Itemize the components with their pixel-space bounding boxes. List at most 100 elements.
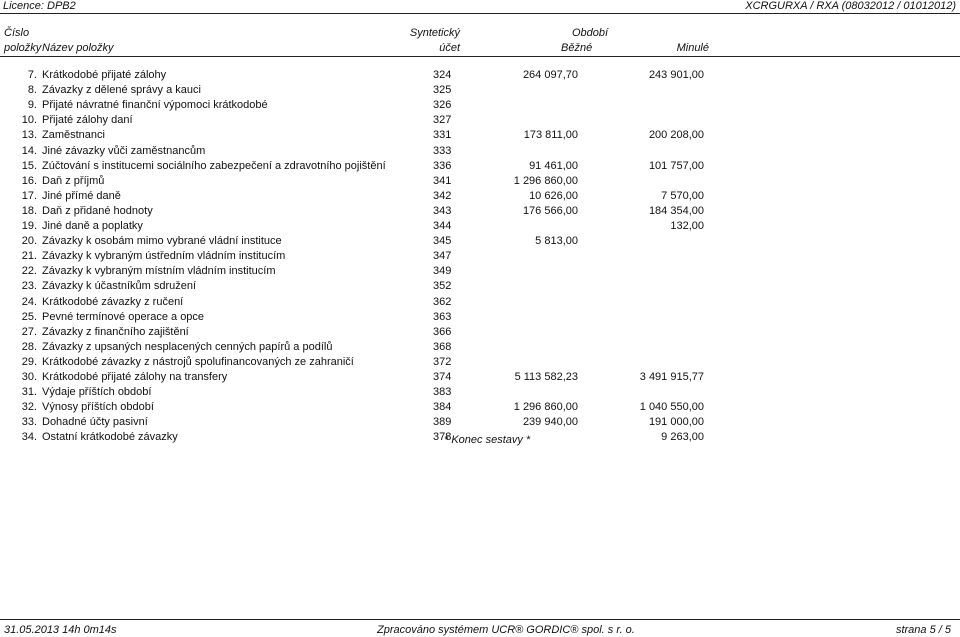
table-row: 8. Závazky z dělené správy a kauci 325 — [0, 84, 960, 98]
item-number: 7. — [27, 69, 37, 81]
item-name: Jiné závazky vůči zaměstnancům — [42, 144, 206, 157]
header-period: Období — [572, 27, 609, 39]
report-code: XCRGURXA / RXA (08032012 / 01012012) — [745, 0, 956, 12]
table-row: 31. Výdaje příštích období 383 — [0, 386, 960, 400]
synthetic-account: 347 — [433, 250, 452, 263]
item-name: Zaměstnanci — [42, 129, 105, 142]
item-number: 13. — [21, 129, 37, 142]
previous-period-value: 132,00 — [670, 220, 704, 232]
table-row: 19. Jiné daně a poplatky 344 132,00 — [0, 220, 960, 234]
synthetic-account: 363 — [433, 310, 452, 323]
item-name: Závazky z upsaných nesplacených cenných … — [42, 340, 333, 353]
table-row: 29. Krátkodobé závazky z nástrojů spolufi… — [0, 356, 960, 370]
footer-timestamp: 31.05.2013 14h 0m14s — [4, 624, 117, 636]
item-name: Krátkodobé závazky z ručení — [42, 295, 184, 308]
item-name: Ostatní krátkodobé závazky — [42, 431, 178, 444]
table-row: 30. Krátkodobé přijaté zálohy na transfer… — [0, 371, 960, 385]
item-name: Daň z přidané hodnoty — [42, 204, 153, 217]
synthetic-account: 345 — [433, 235, 452, 248]
current-period-value: 1 296 860,00 — [513, 174, 578, 187]
item-name: Krátkodobé závazky z nástrojů spolufinan… — [42, 355, 354, 368]
end-of-report: * Konec sestavy * — [444, 434, 531, 446]
header-divider — [0, 56, 960, 57]
synthetic-account: 389 — [433, 416, 452, 429]
synthetic-account: 368 — [433, 340, 452, 353]
current-period-value: 10 626,00 — [529, 189, 578, 202]
current-period-value: 176 566,00 — [522, 204, 578, 217]
synthetic-account: 344 — [433, 220, 452, 232]
synthetic-account: 349 — [433, 265, 452, 278]
synthetic-account: 374 — [433, 371, 452, 383]
item-number: 10. — [21, 114, 37, 127]
item-name: Přijaté návratné finanční výpomoci krátk… — [42, 99, 268, 112]
table-row: 16. Daň z příjmů 341 1 296 860,00 — [0, 175, 960, 189]
item-number: 27. — [21, 325, 37, 338]
table-row: 33. Dohadné účty pasivní 389 239 940,00 191 … — [0, 416, 960, 430]
license-label: Licence: DPB2 — [3, 0, 76, 12]
synthetic-account: 336 — [433, 159, 452, 172]
table-row: 23. Závazky k účastníkům sdružení 352 — [0, 280, 960, 294]
current-period-value: 1 296 860,00 — [513, 401, 578, 414]
table-row: 15. Zúčtování s institucemi sociálního za… — [0, 160, 960, 174]
item-number: 23. — [21, 280, 37, 293]
synthetic-account: 327 — [433, 114, 452, 127]
item-name: Závazky k vybraným místním vládním insti… — [42, 265, 276, 278]
header-number-line1: Číslo — [4, 27, 30, 39]
item-name: Jiné daně a poplatky — [42, 220, 143, 232]
previous-period-value: 184 354,00 — [648, 204, 704, 217]
item-name: Pevné termínové operace a opce — [42, 310, 205, 323]
header-current: Běžné — [561, 42, 593, 54]
table-row: 22. Závazky k vybraným místním vládním in… — [0, 265, 960, 279]
item-number: 32. — [21, 401, 37, 414]
synthetic-account: 325 — [433, 84, 452, 97]
item-number: 15. — [21, 159, 37, 172]
table-row: 21. Závazky k vybraným ústředním vládním … — [0, 250, 960, 264]
header-synthetic-line2: účet — [439, 42, 460, 54]
item-name: Dohadné účty pasivní — [42, 416, 148, 429]
synthetic-account: 326 — [433, 99, 452, 112]
item-name: Výnosy příštích období — [42, 401, 154, 414]
synthetic-account: 333 — [433, 144, 452, 157]
synthetic-account: 343 — [433, 204, 452, 217]
item-number: 22. — [21, 265, 37, 278]
previous-period-value: 243 901,00 — [648, 69, 704, 81]
current-period-value: 173 811,00 — [523, 129, 578, 142]
table-row: 18. Daň z přidané hodnoty 343 176 566,00 184… — [0, 205, 960, 219]
table-row: 14. Jiné závazky vůči zaměstnancům 333 — [0, 145, 960, 159]
previous-period-value: 3 491 915,77 — [639, 371, 704, 383]
previous-period-value: 191 000,00 — [648, 416, 704, 429]
previous-period-value: 200 208,00 — [648, 129, 704, 142]
item-number: 19. — [21, 220, 37, 232]
previous-period-value: 9 263,00 — [661, 431, 704, 444]
item-name: Závazky k účastníkům sdružení — [42, 280, 197, 293]
item-name: Jiné přímé daně — [42, 189, 121, 202]
item-number: 30. — [21, 371, 37, 383]
table-row: 17. Jiné přímé daně 342 10 626,00 7 570,00 — [0, 190, 960, 204]
footer-page: strana 5 / 5 — [895, 624, 951, 636]
footer-divider — [0, 619, 960, 620]
table-row: 25. Pevné termínové operace a opce 363 — [0, 311, 960, 325]
top-divider — [0, 13, 960, 14]
table-row: 27. Závazky z finančního zajištění 366 — [0, 326, 960, 340]
header-synthetic-line1: Syntetický — [409, 27, 460, 39]
synthetic-account: 366 — [433, 325, 452, 338]
table-row: 24. Krátkodobé závazky z ručení 362 — [0, 296, 960, 310]
item-number: 16. — [21, 174, 37, 187]
item-name: Závazky z finančního zajištění — [42, 325, 189, 338]
item-number: 9. — [27, 99, 37, 112]
synthetic-account: 362 — [433, 295, 452, 308]
item-name: Závazky z dělené správy a kauci — [42, 84, 201, 97]
item-name: Závazky k vybraným ústředním vládním ins… — [42, 250, 286, 263]
item-name: Výdaje příštích období — [42, 386, 152, 399]
item-number: 29. — [21, 355, 37, 368]
item-name: Zúčtování s institucemi sociálního zabez… — [42, 159, 386, 172]
item-number: 14. — [21, 144, 37, 157]
footer-processed-by: Zpracováno systémem UCR® GORDIC® spol. s… — [377, 624, 635, 636]
item-name: Krátkodobé přijaté zálohy na transfery — [42, 371, 228, 383]
table-row: 9. Přijaté návratné finanční výpomoci krá… — [0, 99, 960, 113]
item-number: 17. — [21, 189, 37, 202]
current-period-value: 5 813,00 — [535, 235, 578, 248]
item-number: 33. — [21, 416, 37, 429]
header-previous: Minulé — [676, 42, 709, 54]
item-number: 24. — [21, 295, 37, 308]
